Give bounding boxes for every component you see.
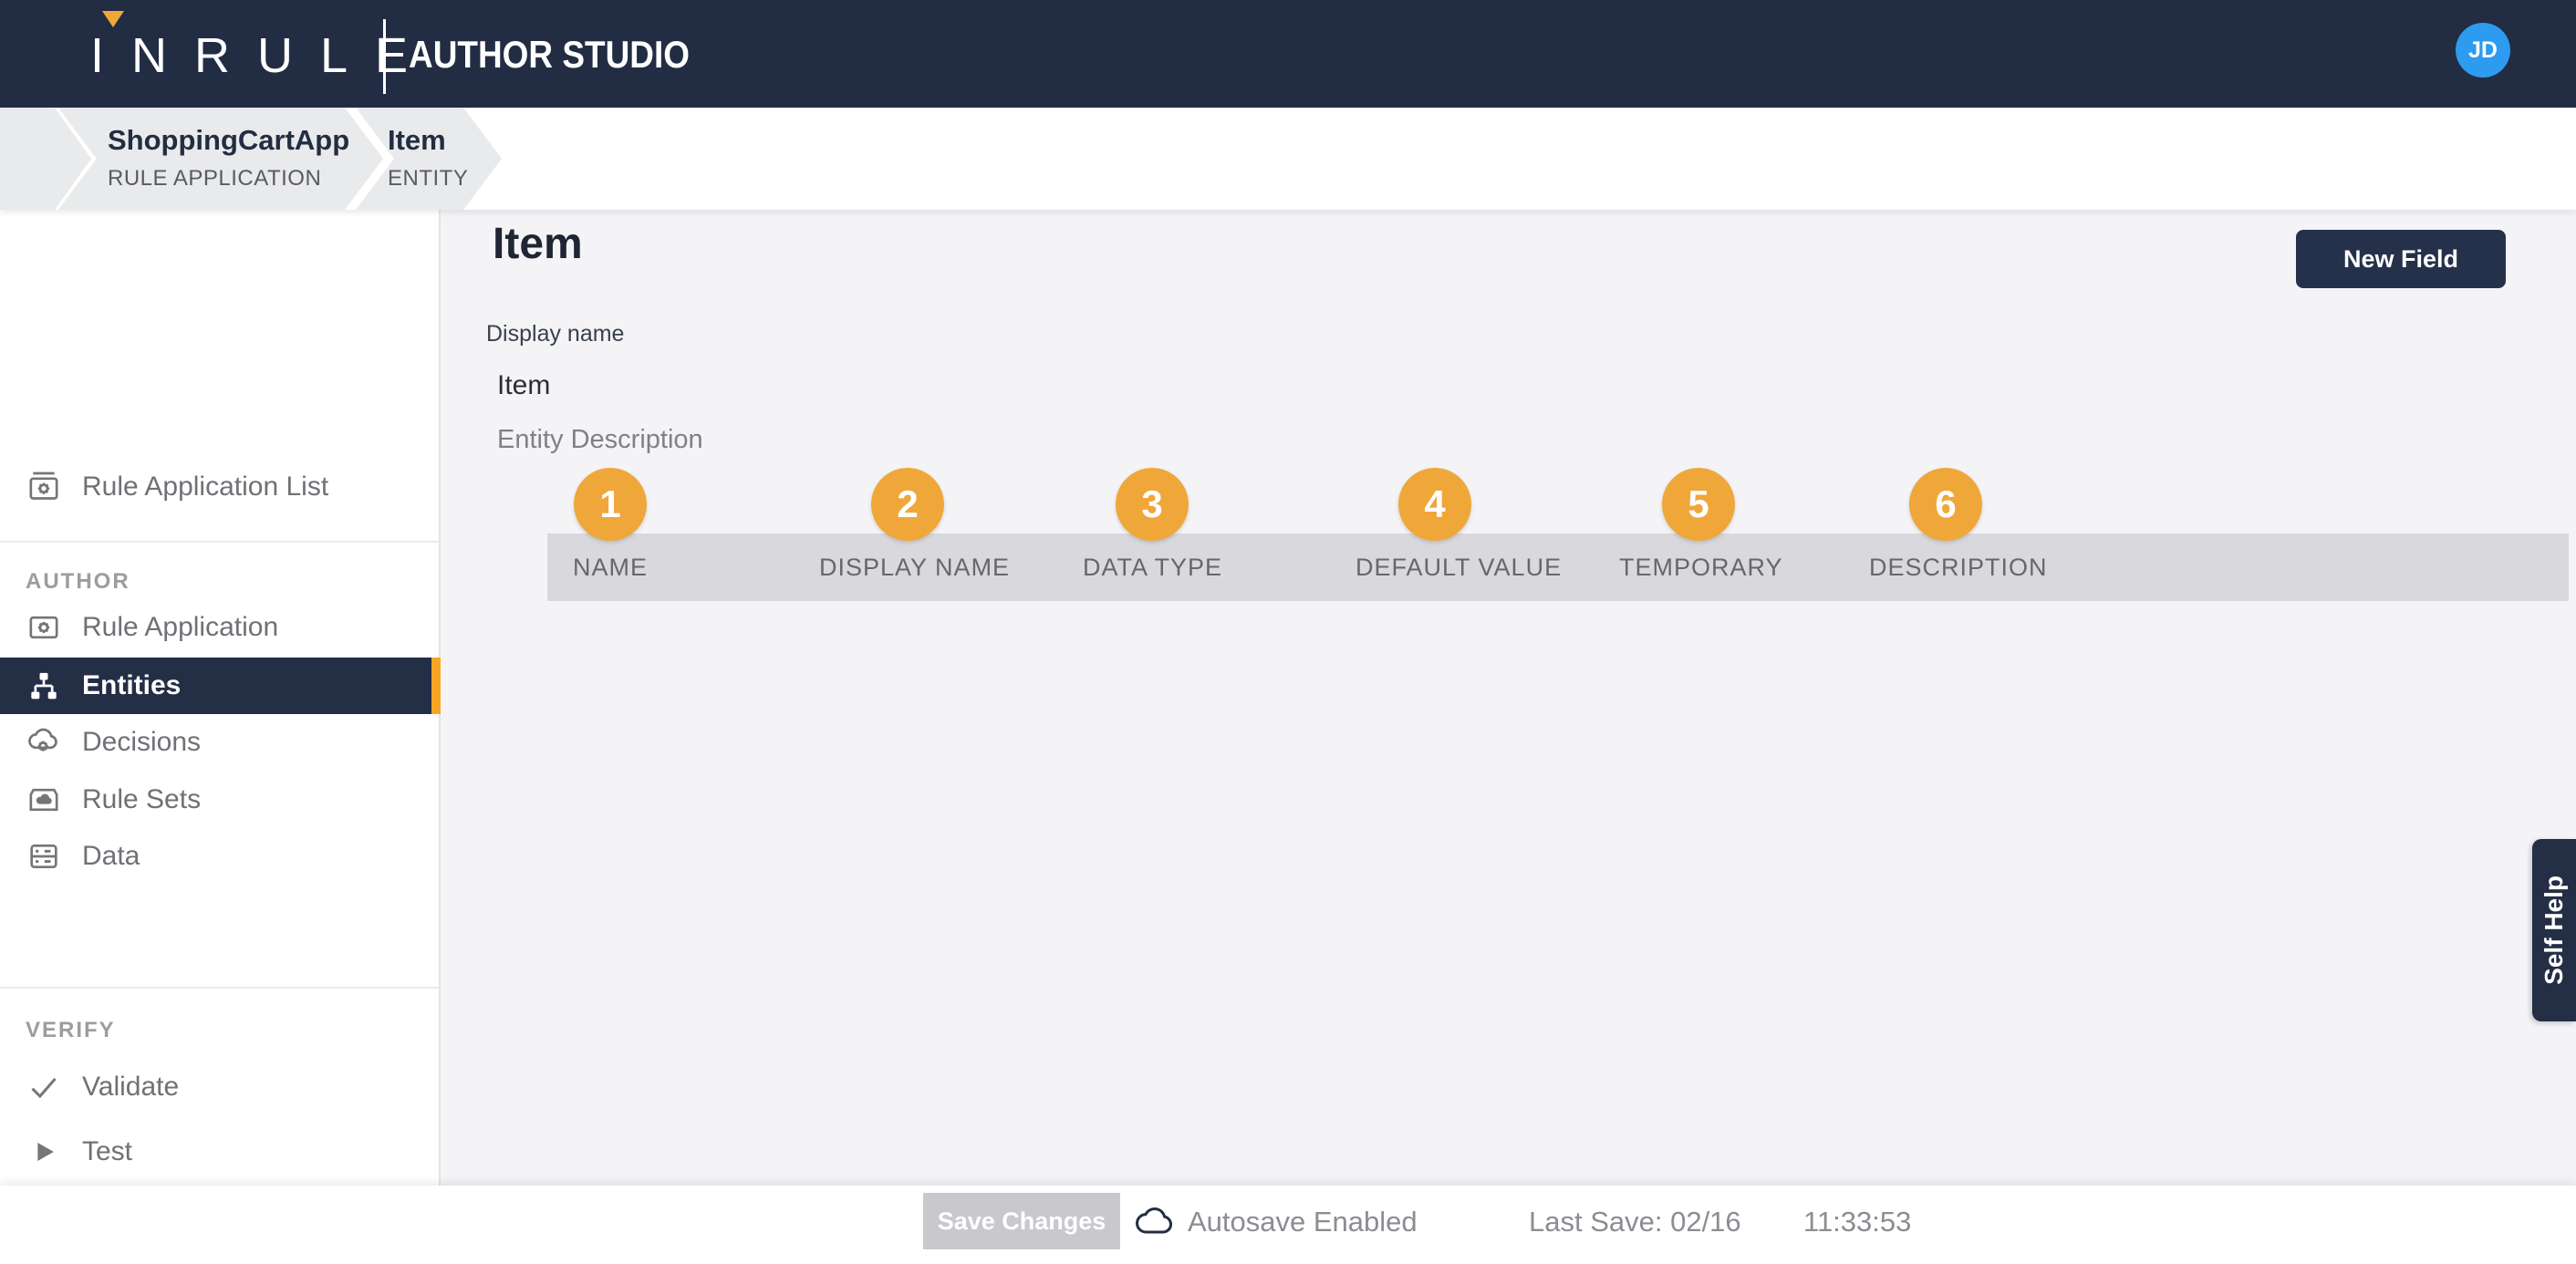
sidebar-item-data[interactable]: Data [0, 828, 441, 885]
sidebar-item-label: Data [82, 828, 140, 885]
rule-application-list-icon [26, 469, 62, 505]
decisions-icon [26, 724, 62, 761]
author-studio-app: INRULE AUTHOR STUDIO JD ShoppingCartApp … [0, 0, 2576, 1264]
breadcrumb-item-2[interactable]: Item ENTITY [388, 124, 468, 192]
sidebar-item-validate[interactable]: Validate [0, 1059, 441, 1115]
sidebar-divider [0, 541, 439, 543]
fields-table-header: NAME DISPLAY NAME DATA TYPE DEFAULT VALU… [547, 534, 2569, 601]
column-header-description: DESCRIPTION [1869, 534, 2048, 601]
breadcrumb-subtitle: RULE APPLICATION [108, 166, 349, 192]
selected-indicator [431, 658, 441, 714]
sidebar-section-author: AUTHOR [26, 569, 130, 595]
breadcrumb-item-1[interactable]: ShoppingCartApp RULE APPLICATION [108, 124, 349, 192]
autosave-status: Autosave Enabled [1188, 1186, 1418, 1259]
annotation-badge-5: 5 [1662, 468, 1735, 541]
product-name: AUTHOR STUDIO [409, 33, 690, 77]
breadcrumb-subtitle: ENTITY [388, 166, 468, 192]
page-title: Item [493, 219, 583, 269]
user-avatar[interactable]: JD [2456, 23, 2510, 78]
column-header-temporary: TEMPORARY [1619, 534, 1783, 601]
navbar-divider [383, 19, 386, 94]
breadcrumb-title: ShoppingCartApp [108, 124, 349, 157]
column-header-name: NAME [573, 534, 648, 601]
annotation-badge-3: 3 [1116, 468, 1189, 541]
sidebar-item-label: Entities [82, 658, 181, 714]
last-save-date: Last Save: 02/16 [1529, 1186, 1741, 1259]
data-icon [26, 838, 62, 875]
annotation-badge-2: 2 [871, 468, 944, 541]
footer-bar: Save Changes Autosave Enabled Last Save:… [0, 1186, 2576, 1264]
checkmark-icon [26, 1069, 62, 1105]
display-name-label: Display name [486, 321, 624, 347]
sidebar-item-rule-application-list[interactable]: Rule Application List [0, 459, 441, 515]
brand-triangle-icon [102, 11, 124, 27]
rule-application-icon [26, 609, 62, 646]
breadcrumb-bar: ShoppingCartApp RULE APPLICATION Item EN… [0, 108, 2576, 210]
sidebar-item-entities[interactable]: Entities [0, 658, 441, 714]
sidebar-item-rule-sets[interactable]: Rule Sets [0, 772, 441, 828]
save-changes-button[interactable]: Save Changes [923, 1193, 1120, 1249]
last-save-time: 11:33:53 [1803, 1186, 1911, 1259]
entity-description-label[interactable]: Entity Description [497, 425, 703, 455]
column-header-data-type: DATA TYPE [1083, 534, 1222, 601]
breadcrumb-title: Item [388, 124, 468, 157]
column-header-display-name: DISPLAY NAME [819, 534, 1010, 601]
rule-sets-icon [26, 782, 62, 818]
sidebar-item-label: Rule Application List [82, 459, 328, 515]
column-header-default-value: DEFAULT VALUE [1356, 534, 1562, 601]
sidebar-item-label: Decisions [82, 714, 201, 771]
display-name-value[interactable]: Item [497, 370, 550, 401]
self-help-label: Self Help [2540, 875, 2569, 985]
sidebar: Rule Application List AUTHOR Rule Applic… [0, 210, 441, 1186]
play-icon [26, 1134, 62, 1170]
sidebar-section-verify: VERIFY [26, 1018, 116, 1043]
annotation-badge-4: 4 [1398, 468, 1471, 541]
entities-icon [26, 668, 62, 704]
top-navbar: INRULE AUTHOR STUDIO JD [0, 0, 2576, 108]
sidebar-item-label: Test [82, 1124, 132, 1180]
sidebar-item-label: Rule Sets [82, 772, 201, 828]
sidebar-item-test[interactable]: Test [0, 1124, 441, 1180]
annotation-badge-6: 6 [1909, 468, 1982, 541]
sidebar-item-decisions[interactable]: Decisions [0, 714, 441, 771]
sidebar-item-label: Validate [82, 1059, 179, 1115]
self-help-tab[interactable]: Self Help [2532, 839, 2576, 1021]
cloud-icon [1134, 1204, 1178, 1243]
new-field-button[interactable]: New Field [2296, 230, 2506, 288]
sidebar-item-label: Rule Application [82, 599, 278, 656]
sidebar-divider [0, 987, 439, 989]
annotation-badge-1: 1 [574, 468, 647, 541]
sidebar-item-rule-application[interactable]: Rule Application [0, 599, 441, 656]
